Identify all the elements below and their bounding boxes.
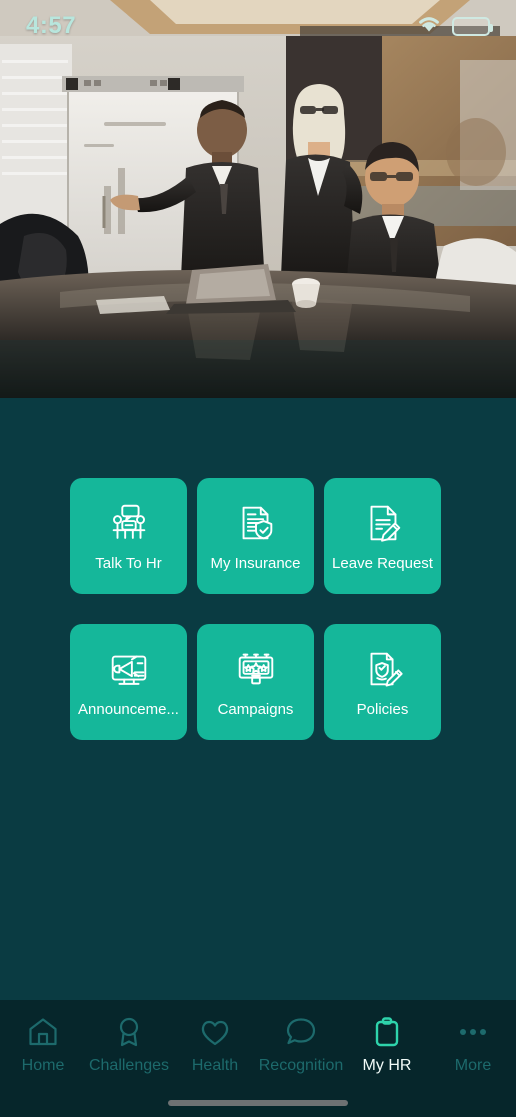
tab-label: Health xyxy=(191,1057,239,1074)
tile-label: Policies xyxy=(356,701,409,718)
award-ribbon-icon xyxy=(112,1014,146,1050)
home-icon xyxy=(26,1014,60,1050)
tab-recognition[interactable]: Recognition xyxy=(258,1014,344,1075)
tile-my-insurance[interactable]: My Insurance xyxy=(197,478,314,594)
tab-label: Home xyxy=(21,1057,65,1074)
tile-talk-to-hr[interactable]: Talk To Hr xyxy=(70,478,187,594)
tile-announcements[interactable]: Announceme... xyxy=(70,624,187,740)
tab-label: My HR xyxy=(362,1057,412,1074)
tab-challenges[interactable]: Challenges xyxy=(86,1014,172,1075)
tab-label: More xyxy=(454,1057,492,1074)
chat-bubble-icon xyxy=(284,1014,318,1050)
heart-icon xyxy=(198,1014,232,1050)
tile-label: Talk To Hr xyxy=(95,555,162,572)
mobile-screen: 4:57 Talk To Hr My Insurance Leave Reque… xyxy=(0,0,516,1117)
tile-campaigns[interactable]: Campaigns xyxy=(197,624,314,740)
talk-to-hr-icon xyxy=(106,500,152,546)
tile-label: Campaigns xyxy=(217,701,294,718)
tab-more[interactable]: More xyxy=(430,1014,516,1075)
tab-home[interactable]: Home xyxy=(0,1014,86,1075)
insurance-document-shield-icon xyxy=(233,500,279,546)
tab-label: Challenges xyxy=(88,1057,170,1074)
tile-label: My Insurance xyxy=(210,555,301,572)
tab-my-hr[interactable]: My HR xyxy=(344,1014,430,1075)
clipboard-icon xyxy=(370,1014,404,1050)
tile-policies[interactable]: Policies xyxy=(324,624,441,740)
tile-leave-request[interactable]: Leave Request xyxy=(324,478,441,594)
quick-actions-grid: Talk To Hr My Insurance Leave Request An… xyxy=(70,478,442,740)
wifi-icon xyxy=(416,14,442,38)
home-indicator xyxy=(168,1100,348,1106)
hero-banner-image xyxy=(0,0,516,398)
status-time: 4:57 xyxy=(26,12,77,39)
billboard-stars-icon xyxy=(233,646,279,692)
policy-shield-pencil-icon xyxy=(360,646,406,692)
tab-label: Recognition xyxy=(258,1057,344,1074)
tab-health[interactable]: Health xyxy=(172,1014,258,1075)
megaphone-screen-icon xyxy=(106,646,152,692)
tile-label: Announceme... xyxy=(78,701,179,718)
battery-icon xyxy=(452,16,493,36)
document-pencil-icon xyxy=(360,500,406,546)
ellipsis-icon xyxy=(456,1014,490,1050)
status-bar: 4:57 xyxy=(0,0,516,52)
tile-label: Leave Request xyxy=(332,555,433,572)
status-indicators xyxy=(416,14,493,38)
